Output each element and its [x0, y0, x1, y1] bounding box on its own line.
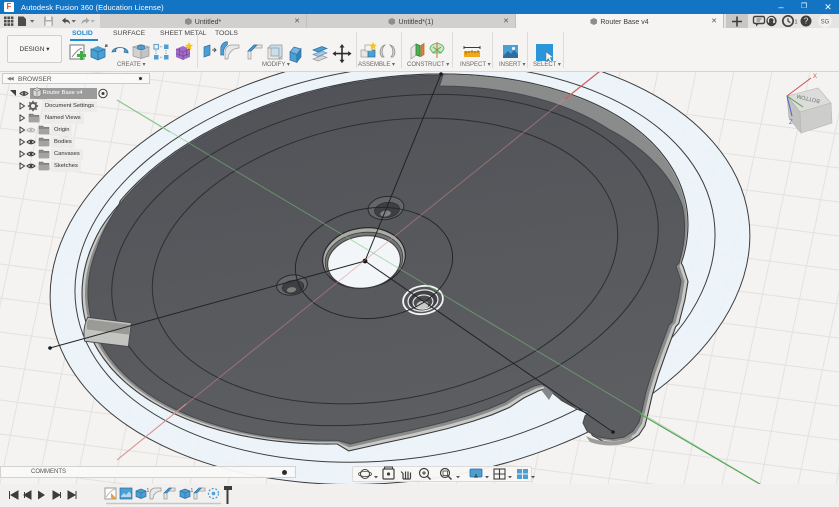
svg-text:Z: Z: [789, 120, 793, 126]
svg-text:X: X: [813, 74, 817, 80]
